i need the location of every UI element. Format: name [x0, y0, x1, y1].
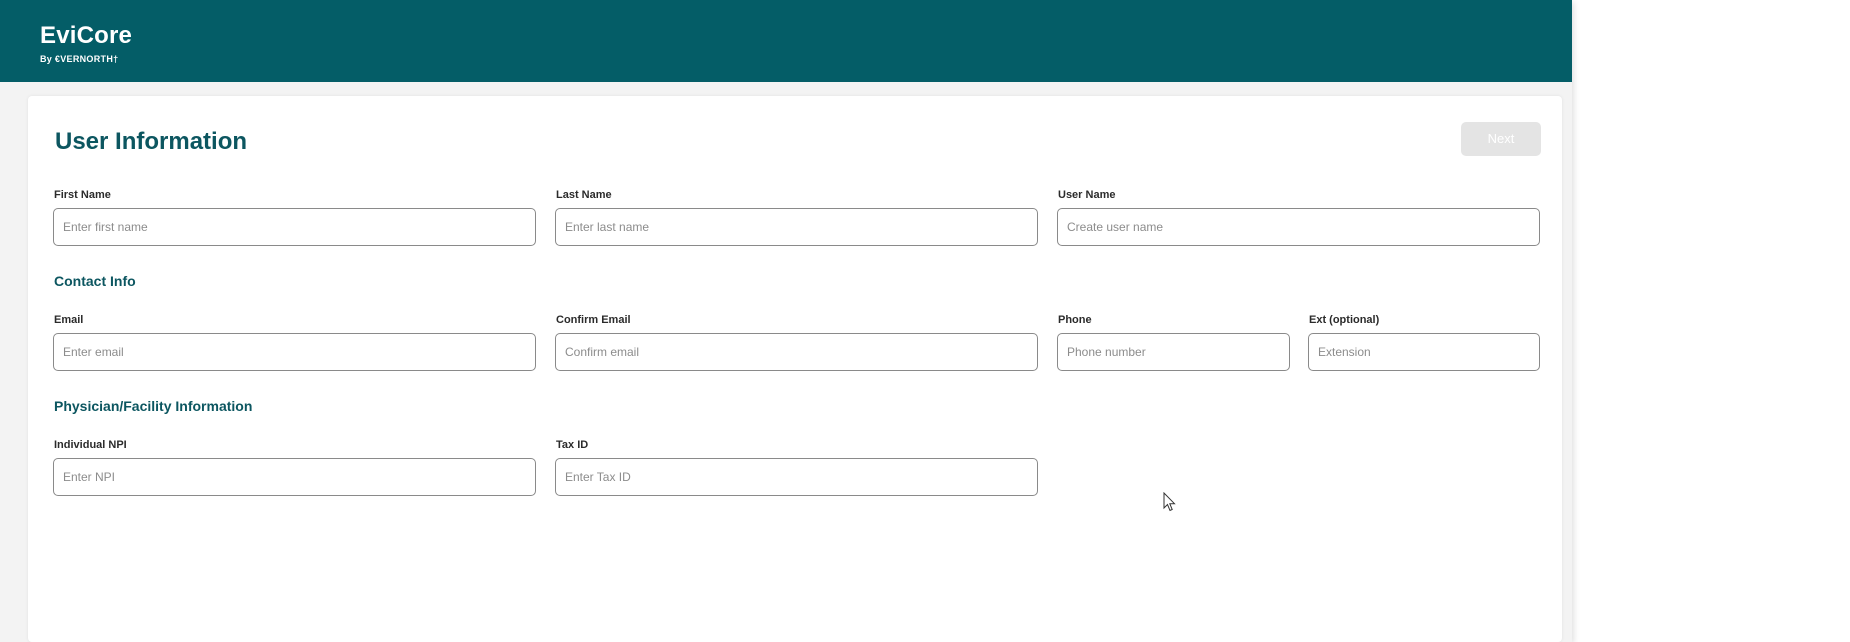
app-window: EviCore By €VERNORTH† User Information N…: [0, 0, 1572, 642]
tax-id-input[interactable]: [555, 458, 1038, 496]
tax-id-label: Tax ID: [556, 439, 589, 451]
last-name-label: Last Name: [556, 189, 612, 201]
npi-input[interactable]: [53, 458, 536, 496]
phone-input[interactable]: [1057, 333, 1290, 371]
npi-label: Individual NPI: [54, 439, 127, 451]
physician-facility-heading: Physician/Facility Information: [54, 398, 253, 414]
user-name-label: User Name: [1058, 189, 1116, 201]
confirm-email-input[interactable]: [555, 333, 1038, 371]
user-name-input[interactable]: [1057, 208, 1540, 246]
last-name-input[interactable]: [555, 208, 1038, 246]
email-label: Email: [54, 314, 84, 326]
brand-subtitle: By €VERNORTH†: [40, 54, 119, 64]
contact-info-heading: Contact Info: [54, 273, 136, 289]
extension-label: Ext (optional): [1309, 314, 1380, 326]
email-input[interactable]: [53, 333, 536, 371]
next-button[interactable]: Next: [1461, 122, 1541, 156]
first-name-input[interactable]: [53, 208, 536, 246]
brand-logo: EviCore: [40, 22, 133, 49]
page-title: User Information: [55, 128, 248, 155]
mouse-pointer-icon: [1163, 492, 1176, 512]
phone-label: Phone: [1058, 314, 1092, 326]
extension-input[interactable]: [1308, 333, 1540, 371]
top-header: EviCore By €VERNORTH†: [0, 0, 1572, 82]
first-name-label: First Name: [54, 189, 111, 201]
confirm-email-label: Confirm Email: [556, 314, 631, 326]
